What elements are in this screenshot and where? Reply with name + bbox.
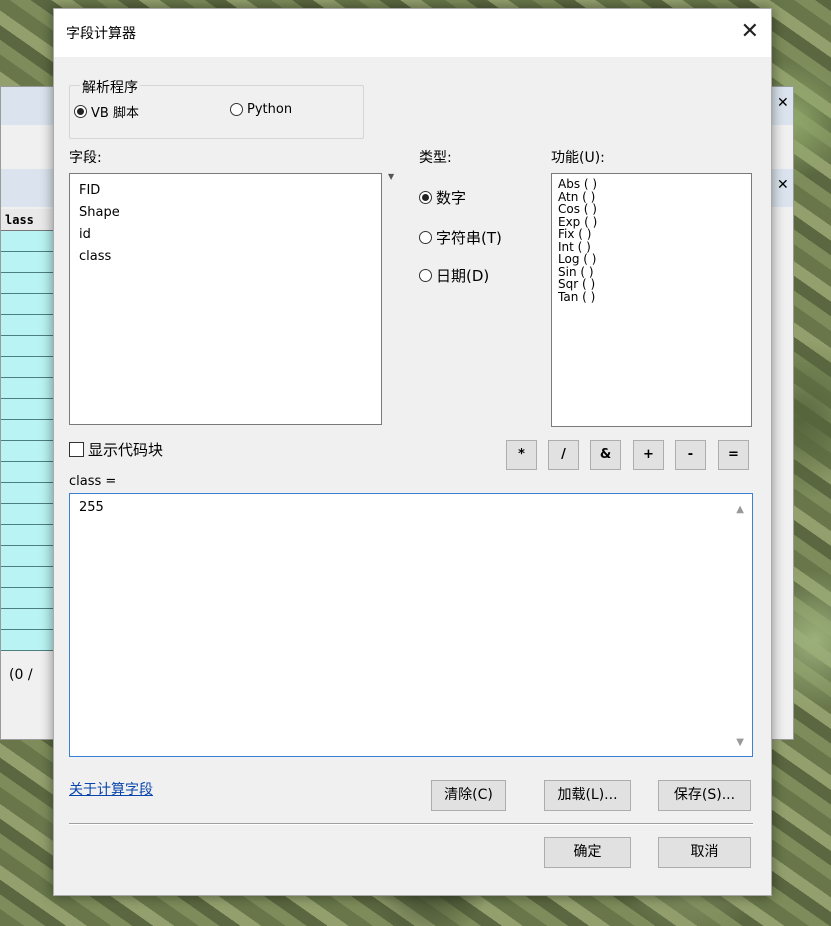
dropdown-arrow-icon[interactable]: ▼ [388, 172, 394, 181]
type-radio-number[interactable]: 数字 [419, 187, 466, 208]
ok-button[interactable]: 确定 [544, 837, 631, 868]
parser-group-title: 解析程序 [80, 77, 140, 97]
close-icon[interactable]: ✕ [777, 95, 789, 111]
list-item[interactable]: Log ( ) [558, 253, 745, 266]
radio-unselected-icon [230, 103, 243, 116]
selection-status: (0 / [9, 667, 33, 683]
close-icon[interactable]: ✕ [741, 19, 759, 44]
list-item[interactable]: Cos ( ) [558, 203, 745, 216]
radio-label: Python [247, 102, 293, 117]
plus-button[interactable]: + [633, 440, 664, 470]
list-item[interactable]: Fix ( ) [558, 228, 745, 241]
show-codeblock-checkbox[interactable]: 显示代码块 [69, 439, 163, 460]
close-icon[interactable]: ✕ [777, 177, 789, 193]
scroll-up-icon[interactable]: ▲ [736, 504, 744, 515]
list-item[interactable]: Abs ( ) [558, 178, 745, 191]
radio-selected-icon [74, 105, 87, 118]
equals-button[interactable]: = [718, 440, 749, 470]
radio-label: 日期(D) [436, 267, 490, 285]
radio-label: 数字 [436, 189, 467, 207]
column-header[interactable]: lass [1, 209, 53, 231]
fields-list[interactable]: FID Shape id class [69, 173, 382, 425]
expression-input[interactable]: 255 ▲ ▼ [69, 493, 753, 757]
multiply-button[interactable]: * [506, 440, 537, 470]
radio-unselected-icon [419, 269, 432, 282]
list-item[interactable]: Sqr ( ) [558, 278, 745, 291]
about-calculate-field-link[interactable]: 关于计算字段 [69, 779, 153, 799]
save-button[interactable]: 保存(S)... [658, 780, 751, 811]
type-radio-string[interactable]: 字符串(T) [419, 227, 502, 248]
divide-button[interactable]: / [548, 440, 579, 470]
parser-radio-python[interactable]: Python [230, 102, 292, 117]
dialog-title: 字段计算器 [66, 26, 136, 42]
cancel-button[interactable]: 取消 [658, 837, 751, 868]
expression-label: class = [69, 474, 117, 489]
type-radio-date[interactable]: 日期(D) [419, 265, 489, 286]
title-bar: 字段计算器 ✕ [54, 9, 771, 57]
divider [69, 823, 753, 825]
concat-button[interactable]: & [590, 440, 621, 470]
radio-label: VB 脚本 [91, 106, 139, 121]
type-label: 类型: [419, 150, 452, 166]
list-item[interactable]: Shape [79, 202, 372, 224]
list-item[interactable]: id [79, 224, 372, 246]
list-item[interactable]: FID [79, 180, 372, 202]
checkbox-box [69, 442, 84, 457]
clear-button[interactable]: 清除(C) [431, 780, 506, 811]
radio-label: 字符串(T) [436, 229, 502, 247]
radio-selected-icon [419, 191, 432, 204]
list-item[interactable]: class [79, 246, 372, 268]
fields-label: 字段: [69, 150, 102, 166]
functions-list[interactable]: Abs ( ) Atn ( ) Cos ( ) Exp ( ) Fix ( ) … [551, 173, 752, 427]
table-cells[interactable] [1, 231, 53, 651]
checkbox-label: 显示代码块 [88, 441, 164, 459]
functions-label: 功能(U): [551, 150, 605, 166]
field-calculator-dialog: 字段计算器 ✕ 解析程序 VB 脚本 Python 字段: 类型: 功能(U):… [53, 8, 772, 896]
expression-text: 255 [79, 500, 104, 515]
parser-radio-vb[interactable]: VB 脚本 [74, 102, 139, 121]
load-button[interactable]: 加载(L)... [544, 780, 631, 811]
minus-button[interactable]: - [675, 440, 706, 470]
radio-unselected-icon [419, 231, 432, 244]
scroll-down-icon[interactable]: ▼ [736, 737, 744, 748]
list-item[interactable]: Tan ( ) [558, 290, 745, 304]
